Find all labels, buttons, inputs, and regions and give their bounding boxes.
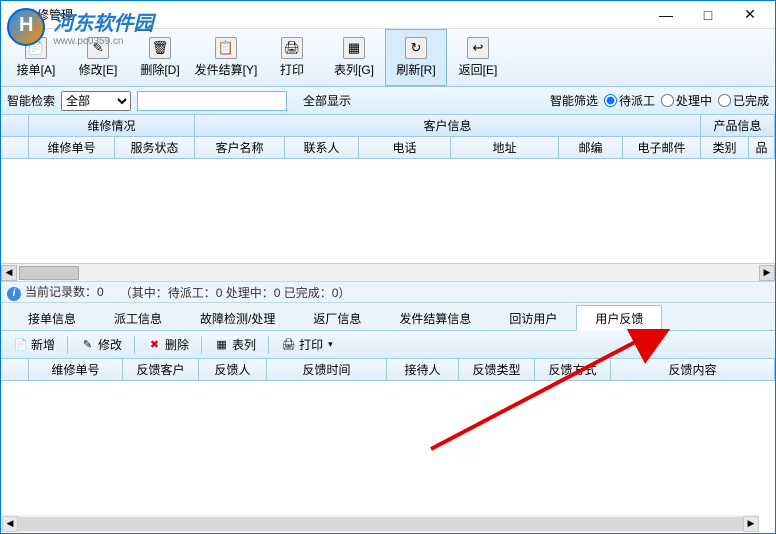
sub-grid-body	[1, 381, 775, 493]
smart-filter-label: 智能筛选	[550, 92, 598, 109]
radio-done[interactable]: 已完成	[718, 92, 769, 109]
print-icon: 🖨	[281, 37, 303, 59]
bottom-scroll-right[interactable]: ▶	[743, 516, 759, 532]
tab-dispatch[interactable]: 派工信息	[95, 305, 181, 331]
grid-body-top	[1, 159, 775, 263]
info-icon: i	[7, 287, 21, 301]
radio-pending[interactable]: 待派工	[604, 92, 655, 109]
subcol-fb-customer[interactable]: 反馈客户	[123, 359, 199, 380]
scroll-thumb[interactable]	[19, 266, 79, 280]
show-all-label: 全部显示	[293, 92, 351, 109]
sub-columns-button[interactable]: ▦表列	[208, 334, 262, 355]
radio-processing[interactable]: 处理中	[661, 92, 712, 109]
detail-tabs: 接单信息 派工信息 故障检测/处理 返厂信息 发件结算信息 回访用户 用户反馈	[1, 303, 775, 331]
columns-icon: ▦	[343, 37, 365, 59]
columns-button[interactable]: ▦ 表列[G]	[323, 29, 385, 86]
grid-top-scrollbar[interactable]: ◀ ▶	[1, 263, 775, 281]
grid-header-groups: 维修情况 客户信息 产品信息	[1, 115, 775, 137]
group-repair: 维修情况	[29, 115, 195, 136]
receive-button[interactable]: 📄 接单[A]	[5, 29, 67, 86]
col-phone[interactable]: 电话	[359, 137, 451, 158]
modify-icon: ✎	[87, 37, 109, 59]
col-status[interactable]: 服务状态	[115, 137, 195, 158]
maximize-button[interactable]: □	[687, 2, 729, 28]
subcol-fb-method[interactable]: 反馈方式	[535, 359, 611, 380]
bottom-scroll-left[interactable]: ◀	[2, 516, 18, 532]
dropdown-icon: ▾	[328, 339, 333, 350]
window-title: 维修管理	[5, 6, 73, 23]
back-button[interactable]: ↩ 返回[E]	[447, 29, 509, 86]
print-icon-sub: 🖨	[281, 337, 296, 352]
subcol-fb-content[interactable]: 反馈内容	[611, 359, 775, 380]
tab-fault[interactable]: 故障检测/处理	[181, 305, 294, 331]
scroll-right-icon[interactable]: ▶	[759, 265, 775, 281]
sub-edit-button[interactable]: ✎修改	[74, 334, 128, 355]
col-brand[interactable]: 品	[749, 137, 775, 158]
subcol-order-no[interactable]: 维修单号	[29, 359, 123, 380]
search-input[interactable]	[137, 91, 287, 111]
tab-settle[interactable]: 发件结算信息	[380, 305, 490, 331]
scroll-left-icon[interactable]: ◀	[1, 265, 17, 281]
grid-header-columns: 维修单号 服务状态 客户名称 联系人 电话 地址 邮编 电子邮件 类别 品	[1, 137, 775, 159]
subcol-fb-type[interactable]: 反馈类型	[459, 359, 535, 380]
status-bar: i 当前记录数：0 （其中：待派工：0 处理中：0 已完成：0）	[1, 281, 775, 303]
receive-icon: 📄	[25, 37, 47, 59]
sub-toolbar: 📄新增 ✎修改 ✖删除 ▦表列 🖨打印▾	[1, 331, 775, 359]
print-button[interactable]: 🖨 打印	[261, 29, 323, 86]
scope-select[interactable]: 全部	[61, 91, 131, 111]
subcol-fb-person[interactable]: 反馈人	[199, 359, 267, 380]
minimize-button[interactable]: —	[645, 2, 687, 28]
bottom-scroll-thumb[interactable]	[18, 517, 743, 531]
tab-revisit[interactable]: 回访用户	[490, 305, 576, 331]
record-breakdown: （其中：待派工：0 处理中：0 已完成：0）	[120, 284, 351, 301]
tab-receive[interactable]: 接单信息	[9, 305, 95, 331]
filter-bar: 智能检索 全部 全部显示 智能筛选 待派工 处理中 已完成	[1, 87, 775, 115]
sub-grid-header: 维修单号 反馈客户 反馈人 反馈时间 接待人 反馈类型 反馈方式 反馈内容	[1, 359, 775, 381]
col-order-no[interactable]: 维修单号	[29, 137, 115, 158]
sub-add-button[interactable]: 📄新增	[7, 334, 61, 355]
dispatch-icon: 📋	[215, 37, 237, 59]
delete-icon-sub: ✖	[147, 337, 162, 352]
edit-icon: ✎	[80, 337, 95, 352]
main-toolbar: 📄 接单[A] ✎ 修改[E] 🗑 删除[D] 📋 发件结算[Y] 🖨 打印 ▦…	[1, 29, 775, 87]
refresh-button[interactable]: ↻ 刷新[R]	[385, 29, 447, 86]
smart-search-label: 智能检索	[7, 92, 55, 109]
col-cust-name[interactable]: 客户名称	[195, 137, 285, 158]
titlebar: 维修管理 — □ ✕	[1, 1, 775, 29]
delete-icon: 🗑	[149, 37, 171, 59]
col-address[interactable]: 地址	[451, 137, 559, 158]
tab-return-factory[interactable]: 返厂信息	[294, 305, 380, 331]
col-contact[interactable]: 联系人	[285, 137, 359, 158]
subcol-receiver[interactable]: 接待人	[387, 359, 459, 380]
col-email[interactable]: 电子邮件	[623, 137, 701, 158]
close-button[interactable]: ✕	[729, 2, 771, 28]
sub-print-button[interactable]: 🖨打印▾	[275, 334, 339, 355]
col-category[interactable]: 类别	[701, 137, 749, 158]
group-customer: 客户信息	[195, 115, 701, 136]
dispatch-settle-button[interactable]: 📋 发件结算[Y]	[191, 29, 261, 86]
tab-feedback[interactable]: 用户反馈	[576, 305, 662, 331]
record-count: 当前记录数：0	[25, 285, 104, 299]
refresh-icon: ↻	[405, 37, 427, 59]
col-zip[interactable]: 邮编	[559, 137, 623, 158]
modify-button[interactable]: ✎ 修改[E]	[67, 29, 129, 86]
add-icon: 📄	[13, 337, 28, 352]
delete-button[interactable]: 🗑 删除[D]	[129, 29, 191, 86]
bottom-scrollbar[interactable]: ◀ ▶	[2, 515, 759, 532]
subcol-fb-time[interactable]: 反馈时间	[267, 359, 387, 380]
sub-delete-button[interactable]: ✖删除	[141, 334, 195, 355]
columns-icon-sub: ▦	[214, 337, 229, 352]
group-product: 产品信息	[701, 115, 775, 136]
back-icon: ↩	[467, 37, 489, 59]
